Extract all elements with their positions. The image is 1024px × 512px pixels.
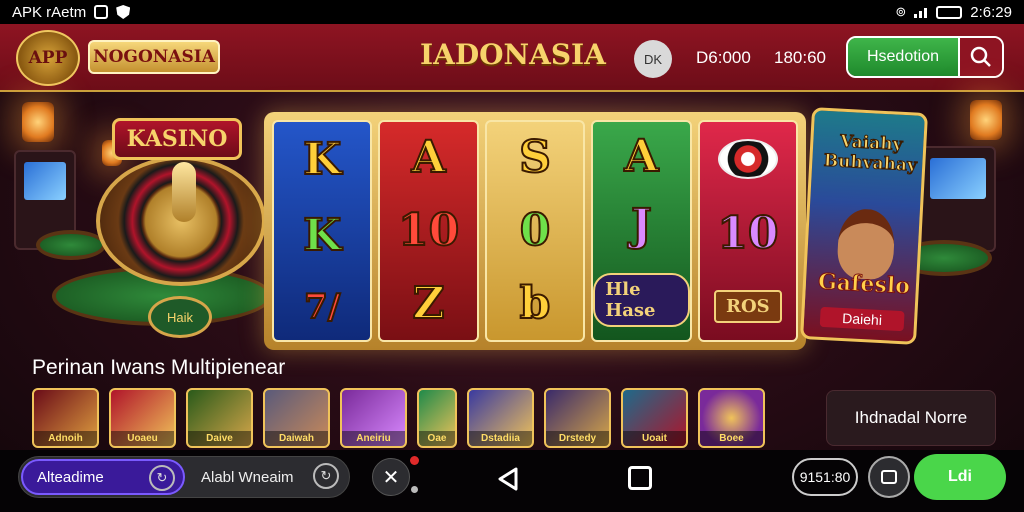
alarm-icon: ⊚	[895, 4, 907, 19]
brand-plate[interactable]: NOGONASIA	[88, 40, 220, 74]
reel-symbol: K	[302, 210, 342, 261]
app-logo[interactable]: APP	[16, 30, 80, 86]
lock-button[interactable]	[868, 456, 910, 498]
selection-group: Hsedotion	[846, 36, 1004, 78]
mode-switch: Alteadime ↻ Alabl Wneaim ↻	[18, 456, 350, 498]
game-thumb-label: Daive	[188, 431, 251, 446]
reel-symbol: Hle Hase	[593, 273, 690, 328]
search-button[interactable]	[958, 38, 1002, 76]
close-button[interactable]: ✕	[372, 458, 410, 496]
gallery-icon	[94, 5, 109, 19]
game-thumb-label: Dstadiia	[469, 431, 532, 446]
game-thumb[interactable]: Aneiriu	[340, 388, 407, 448]
slot-machine[interactable]: K K 7/ A 10 Z S 0 b A J Hle Hase 10 ROS	[264, 112, 806, 350]
coordinate-pill[interactable]: 9151:80	[792, 458, 858, 496]
poster-tag: Daiehi	[819, 306, 905, 332]
reel-3: S 0 b	[484, 120, 586, 342]
notification-dot	[410, 456, 419, 465]
reel-grid: K K 7/ A 10 Z S 0 b A J Hle Hase 10 ROS	[272, 120, 799, 342]
game-thumb-label: Aneiriu	[342, 431, 405, 446]
game-thumb-label: Boee	[700, 431, 763, 446]
promo-poster[interactable]: Vaiahy Buhvahay Gafeslo Daiehi	[800, 107, 928, 345]
balance-value: D6:000	[696, 48, 751, 67]
reel-symbol: A	[411, 132, 447, 184]
wall-lamp-right	[970, 100, 1002, 140]
game-thumb-label: Daiwah	[265, 431, 328, 446]
reel-symbol: A	[623, 130, 659, 182]
back-icon[interactable]	[496, 466, 522, 492]
info-card[interactable]: Ihdnadal Norre	[826, 390, 996, 446]
mode-tab-active[interactable]: Alteadime ↻	[21, 459, 185, 495]
game-list: Adnoih Uoaeu Daive Daiwah Aneiriu Oae Ds…	[32, 388, 765, 448]
roulette-hub	[172, 162, 196, 222]
mode-tab-label: Alabl Wneaim	[201, 468, 294, 486]
close-icon: ✕	[382, 466, 400, 489]
reel-symbol: K	[302, 134, 342, 185]
swirl-icon: ↻	[149, 465, 175, 491]
game-thumb-label: Uoait	[623, 431, 686, 446]
reel-2: A 10 Z	[378, 120, 479, 342]
poster-title: Vaiahy Buhvahay	[823, 131, 918, 177]
poster-subtitle: Gafeslo	[817, 268, 911, 300]
game-thumb-label: Oae	[419, 431, 455, 446]
arcade-cabinet-right	[920, 146, 996, 252]
card-table-left	[36, 230, 106, 260]
reel-symbol: Z	[412, 277, 446, 329]
wall-lamp-left	[22, 102, 54, 142]
go-button[interactable]: Ldi	[914, 454, 1006, 500]
recent-apps-icon[interactable]	[628, 466, 652, 490]
game-thumb[interactable]: Daiwah	[263, 388, 330, 448]
status-time: 2:6:29	[970, 3, 1012, 21]
shield-icon	[116, 5, 131, 19]
currency-chip[interactable]: DK	[634, 40, 672, 78]
reel-5: 10 ROS	[697, 120, 799, 342]
reel-symbol: 10	[397, 204, 460, 256]
search-icon	[970, 46, 991, 67]
game-thumb[interactable]: Oae	[417, 388, 457, 448]
page-title: IADONASIA	[420, 38, 606, 71]
table-sign: Haik	[148, 296, 212, 338]
reel-symbol: 7/	[303, 287, 341, 327]
lock-icon	[881, 470, 897, 484]
reel-symbol: S	[518, 132, 552, 184]
reel-4: A J Hle Hase	[591, 120, 692, 342]
reel-symbol: ROS	[714, 290, 782, 324]
game-thumb-label: Adnoih	[34, 431, 97, 446]
battery-icon	[936, 5, 963, 19]
game-thumb[interactable]: Dstadiia	[467, 388, 534, 448]
signal-icon	[914, 6, 928, 18]
reel-1: K K 7/	[272, 120, 373, 342]
game-thumb[interactable]: Uoaeu	[109, 388, 176, 448]
game-thumb[interactable]: Drstedy	[544, 388, 611, 448]
reel-symbol: b	[519, 277, 552, 329]
game-thumb-label: Drstedy	[546, 431, 609, 446]
top-header: APP NOGONASIA IADONASIA DK D6:000 180:60…	[0, 24, 1024, 92]
mode-tab-active-label: Alteadime	[37, 468, 104, 486]
reel-symbol: 10	[716, 208, 779, 260]
refresh-icon: ↻	[313, 463, 339, 489]
game-thumb[interactable]: Uoait	[621, 388, 688, 448]
mode-tab[interactable]: Alabl Wneaim ↻	[187, 459, 347, 495]
reel-symbol: 0	[519, 204, 552, 256]
bottom-nav: Alteadime ↻ Alabl Wneaim ↻ ✕ 9151:80 Ldi	[0, 450, 1024, 512]
kasino-banner[interactable]: KASINO	[112, 118, 242, 160]
reel-symbol: J	[630, 199, 653, 251]
casino-chips-icon	[717, 138, 778, 179]
status-app-label: APK rAetm	[12, 3, 87, 21]
status-bar: APK rAetm ⊚ 2:6:29	[0, 0, 1024, 24]
points-value: 180:60	[774, 48, 826, 67]
game-thumb[interactable]: Adnoih	[32, 388, 99, 448]
section-title: Perinan Iwans Multipienear	[32, 356, 286, 379]
indicator-dot	[411, 486, 418, 493]
selection-button[interactable]: Hsedotion	[848, 38, 958, 76]
game-thumb-label: Uoaeu	[111, 431, 174, 446]
game-thumb[interactable]: Daive	[186, 388, 253, 448]
game-thumb[interactable]: Boee	[698, 388, 765, 448]
casino-app-screen: APK rAetm ⊚ 2:6:29 APP NOGONASIA IADONAS…	[0, 0, 1024, 512]
